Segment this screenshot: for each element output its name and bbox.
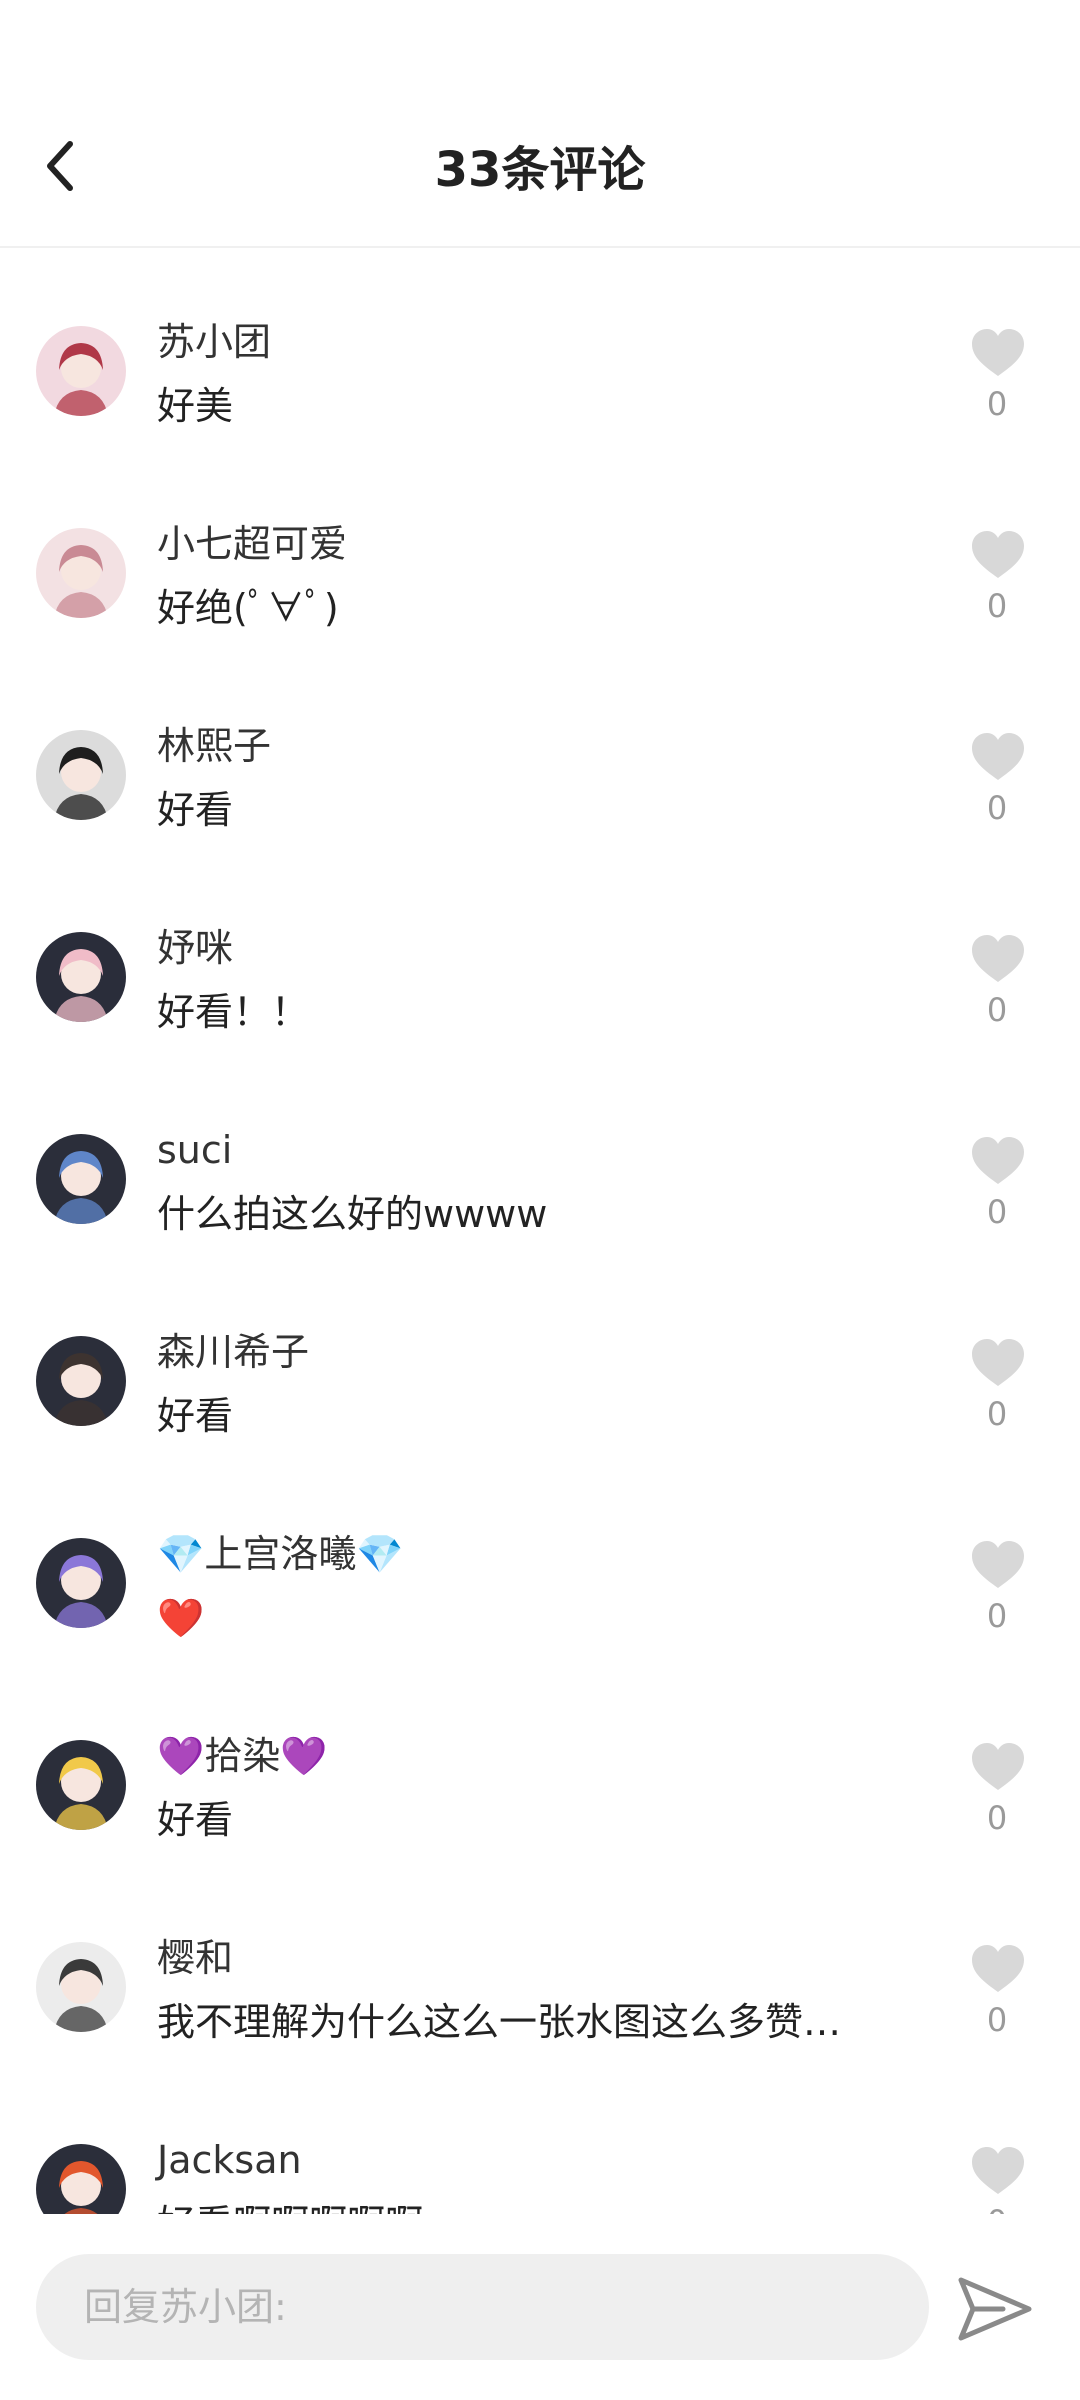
comment-item[interactable]: 妤咪 好看！！ 0 <box>0 854 1080 1056</box>
comment-text: 什么拍这么好的wwww <box>157 1192 548 1236</box>
heart-icon <box>972 1945 1024 1992</box>
like-button[interactable]: 0 <box>962 1742 1032 1852</box>
comment-item[interactable]: suci 什么拍这么好的wwww 0 <box>0 1056 1080 1258</box>
reply-bar <box>0 2214 1080 2400</box>
avatar[interactable] <box>36 932 126 1022</box>
heart-icon <box>972 1137 1024 1184</box>
like-count: 0 <box>986 1597 1008 1635</box>
comment-item[interactable]: 苏小团 好美 0 <box>0 248 1080 450</box>
comment-username[interactable]: 妤咪 <box>157 924 233 972</box>
reply-input[interactable] <box>36 2254 929 2360</box>
comment-text: 好看 <box>157 1798 234 1842</box>
like-count: 0 <box>986 1193 1008 1231</box>
like-count: 0 <box>986 1395 1008 1433</box>
like-count: 0 <box>986 385 1008 423</box>
like-button[interactable]: 0 <box>962 2146 1032 2214</box>
comment-text: 好绝(ﾟ∀ﾟ) <box>157 586 339 630</box>
comment-item[interactable]: 💜拾染💜 好看 0 <box>0 1662 1080 1864</box>
heart-icon <box>972 329 1024 376</box>
comment-username[interactable]: Jacksan <box>157 2136 302 2184</box>
comment-list[interactable]: 苏小团 好美 0 小七超可爱 好绝(ﾟ∀ﾟ) 0 林熙子 好看 0 妤咪 好看！… <box>0 248 1080 2214</box>
comment-text: 好看啊啊啊啊啊 <box>157 2200 917 2214</box>
avatar[interactable] <box>36 1740 126 1830</box>
like-count: 0 <box>986 587 1008 625</box>
avatar[interactable] <box>36 2144 126 2214</box>
like-button[interactable]: 0 <box>962 1136 1032 1246</box>
heart-icon <box>972 733 1024 780</box>
like-button[interactable]: 0 <box>962 530 1032 640</box>
top-bar: 33条评论 <box>0 0 1080 248</box>
send-button[interactable] <box>952 2266 1038 2352</box>
avatar[interactable] <box>36 1134 126 1224</box>
like-button[interactable]: 0 <box>962 1944 1032 2054</box>
comment-username[interactable]: suci <box>157 1126 232 1174</box>
page-title: 33条评论 <box>434 142 646 198</box>
heart-icon <box>972 1339 1024 1386</box>
like-button[interactable]: 0 <box>962 934 1032 1044</box>
comment-text: ❤️ <box>157 1596 205 1640</box>
comment-item[interactable]: 小七超可爱 好绝(ﾟ∀ﾟ) 0 <box>0 450 1080 652</box>
comment-username[interactable]: 💜拾染💜 <box>157 1732 328 1780</box>
comment-username[interactable]: 苏小团 <box>157 318 271 366</box>
like-count: 0 <box>986 789 1008 827</box>
like-count: 0 <box>986 991 1008 1029</box>
comment-text: 好看 <box>157 788 234 832</box>
avatar[interactable] <box>36 730 126 820</box>
comment-username[interactable]: 💎上宫洛曦💎 <box>157 1530 404 1578</box>
comment-item[interactable]: 💎上宫洛曦💎 ❤️ 0 <box>0 1460 1080 1662</box>
comment-item[interactable]: Jacksan 好看啊啊啊啊啊 0 <box>0 2066 1080 2214</box>
comment-text: 好看！！ <box>157 990 310 1034</box>
comment-item[interactable]: 森川希子 好看 0 <box>0 1258 1080 1460</box>
avatar[interactable] <box>36 1336 126 1426</box>
comment-item[interactable]: 林熙子 好看 0 <box>0 652 1080 854</box>
comment-username[interactable]: 小七超可爱 <box>157 520 347 568</box>
like-button[interactable]: 0 <box>962 328 1032 438</box>
avatar[interactable] <box>36 326 126 416</box>
send-icon <box>958 2277 1032 2341</box>
like-button[interactable]: 0 <box>962 732 1032 842</box>
heart-icon <box>972 531 1024 578</box>
comment-text: 好看 <box>157 1394 234 1438</box>
heart-icon <box>972 2147 1024 2194</box>
like-count: 0 <box>962 2202 1032 2214</box>
heart-icon <box>972 1743 1024 1790</box>
avatar[interactable] <box>36 1538 126 1628</box>
like-count: 0 <box>986 1799 1008 1837</box>
avatar[interactable] <box>36 528 126 618</box>
comment-username[interactable]: 樱和 <box>157 1934 233 1982</box>
avatar[interactable] <box>36 1942 126 2032</box>
like-count: 0 <box>986 2001 1008 2039</box>
heart-icon <box>972 1541 1024 1588</box>
heart-icon <box>972 935 1024 982</box>
comment-text: 我不理解为什么这么一张水图这么多赞… <box>157 2000 842 2044</box>
comment-text: 好美 <box>157 384 234 428</box>
comment-item[interactable]: 樱和 我不理解为什么这么一张水图这么多赞… 0 <box>0 1864 1080 2066</box>
comment-username[interactable]: 森川希子 <box>157 1328 309 1376</box>
like-button[interactable]: 0 <box>962 1338 1032 1448</box>
comment-username[interactable]: 林熙子 <box>157 722 271 770</box>
like-button[interactable]: 0 <box>962 1540 1032 1650</box>
